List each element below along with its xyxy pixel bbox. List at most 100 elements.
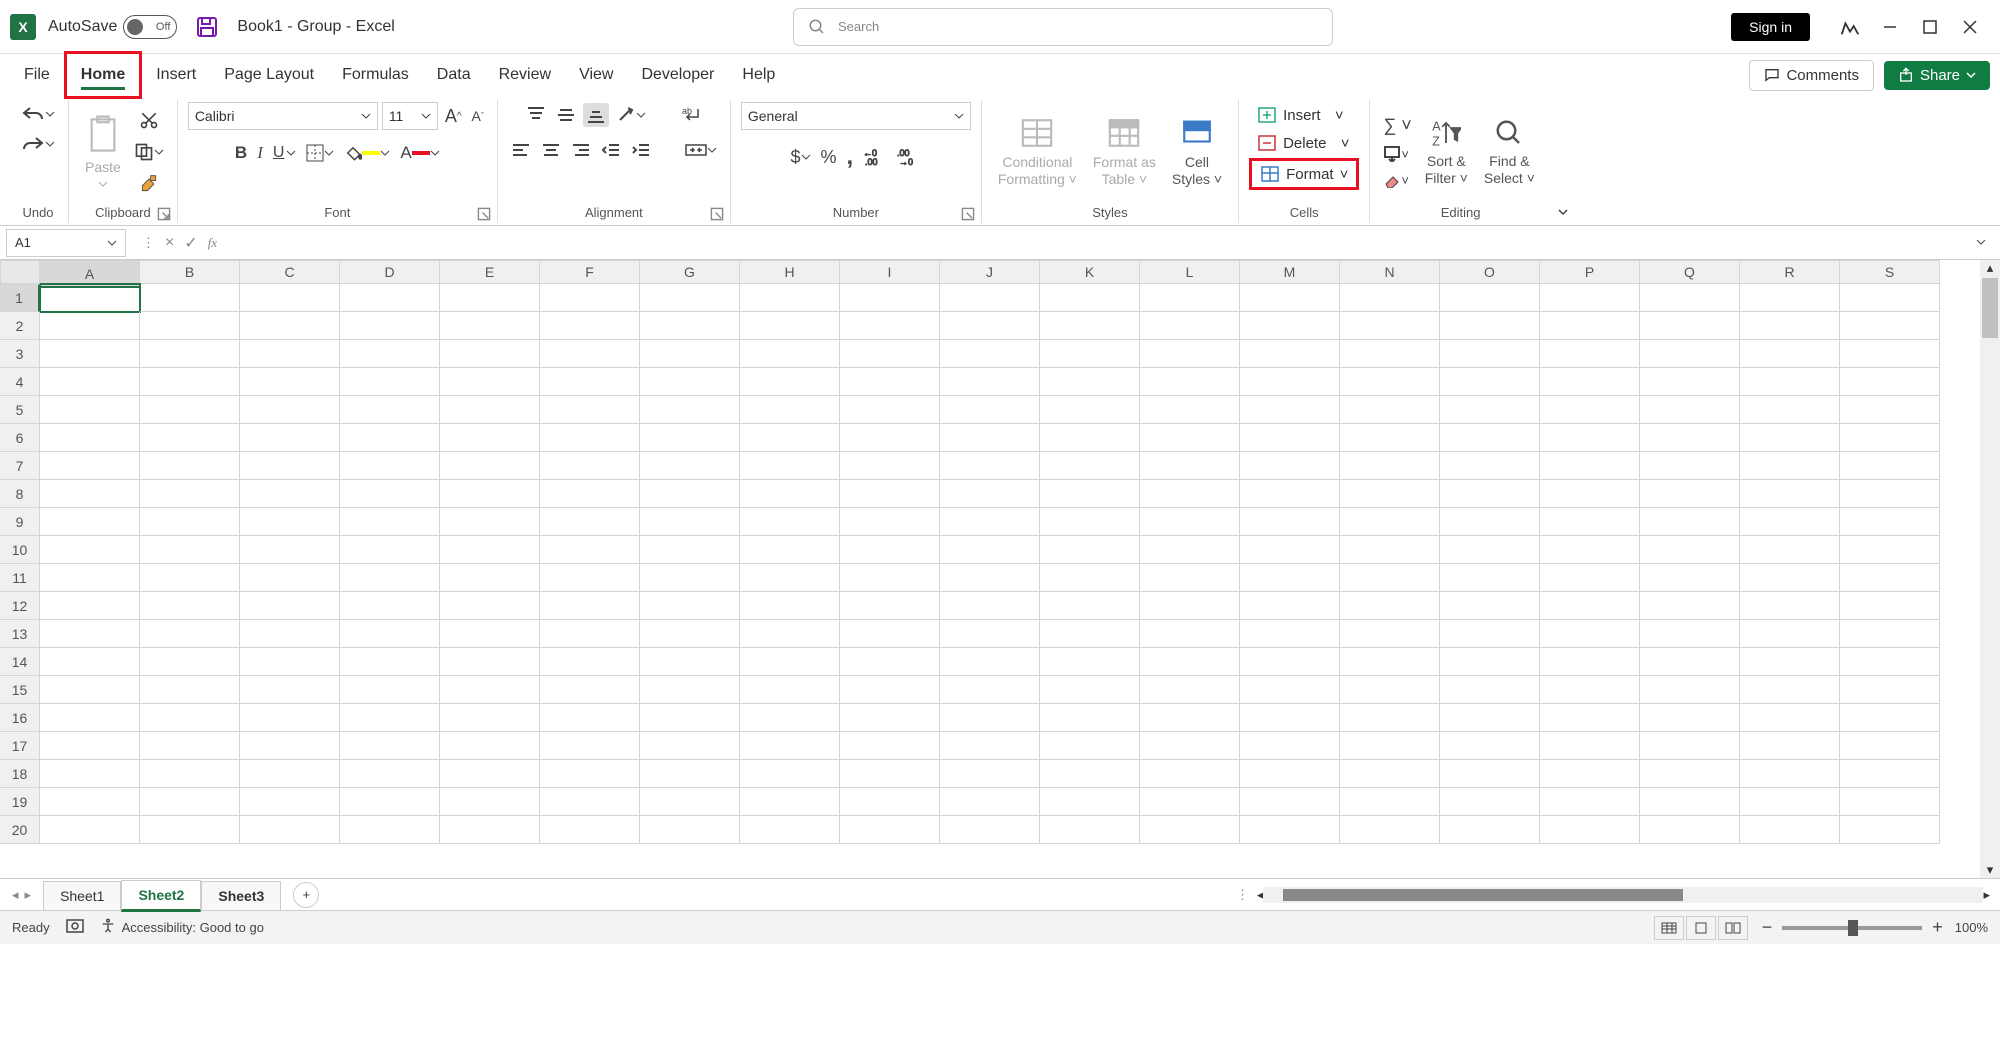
cell-K6[interactable]: [1040, 424, 1140, 452]
row-header-6[interactable]: 6: [0, 424, 40, 452]
cell-B7[interactable]: [140, 452, 240, 480]
row-header-7[interactable]: 7: [0, 452, 40, 480]
cell-B1[interactable]: [140, 284, 240, 312]
cell-P1[interactable]: [1540, 284, 1640, 312]
cell-D5[interactable]: [340, 396, 440, 424]
cell-I12[interactable]: [840, 592, 940, 620]
cell-S9[interactable]: [1840, 508, 1940, 536]
cell-P13[interactable]: [1540, 620, 1640, 648]
cell-N12[interactable]: [1340, 592, 1440, 620]
cell-E16[interactable]: [440, 704, 540, 732]
cell-H7[interactable]: [740, 452, 840, 480]
cell-K8[interactable]: [1040, 480, 1140, 508]
cell-D17[interactable]: [340, 732, 440, 760]
cell-Q10[interactable]: [1640, 536, 1740, 564]
cell-C11[interactable]: [240, 564, 340, 592]
cell-D11[interactable]: [340, 564, 440, 592]
expand-formula-bar-button[interactable]: [1976, 235, 2000, 250]
cell-S6[interactable]: [1840, 424, 1940, 452]
cell-R15[interactable]: [1740, 676, 1840, 704]
cell-H1[interactable]: [740, 284, 840, 312]
cell-P17[interactable]: [1540, 732, 1640, 760]
cell-C16[interactable]: [240, 704, 340, 732]
cell-B20[interactable]: [140, 816, 240, 844]
cell-L12[interactable]: [1140, 592, 1240, 620]
cell-C20[interactable]: [240, 816, 340, 844]
cell-N18[interactable]: [1340, 760, 1440, 788]
cell-B3[interactable]: [140, 340, 240, 368]
tab-home[interactable]: Home: [67, 56, 139, 94]
tab-review[interactable]: Review: [485, 56, 565, 94]
number-format-select[interactable]: General: [741, 102, 971, 130]
cell-M5[interactable]: [1240, 396, 1340, 424]
cell-A2[interactable]: [40, 312, 140, 340]
cell-D9[interactable]: [340, 508, 440, 536]
cell-A17[interactable]: [40, 732, 140, 760]
font-size-select[interactable]: 11: [382, 102, 438, 130]
cell-N7[interactable]: [1340, 452, 1440, 480]
cell-J17[interactable]: [940, 732, 1040, 760]
cell-F7[interactable]: [540, 452, 640, 480]
cell-R11[interactable]: [1740, 564, 1840, 592]
cell-S7[interactable]: [1840, 452, 1940, 480]
cell-S1[interactable]: [1840, 284, 1940, 312]
cell-F2[interactable]: [540, 312, 640, 340]
cell-B14[interactable]: [140, 648, 240, 676]
cell-M17[interactable]: [1240, 732, 1340, 760]
row-header-3[interactable]: 3: [0, 340, 40, 368]
row-header-1[interactable]: 1: [0, 284, 40, 312]
row-header-14[interactable]: 14: [0, 648, 40, 676]
cell-F8[interactable]: [540, 480, 640, 508]
cell-I3[interactable]: [840, 340, 940, 368]
name-box[interactable]: A1: [6, 229, 126, 257]
cell-I19[interactable]: [840, 788, 940, 816]
cell-K7[interactable]: [1040, 452, 1140, 480]
cell-K15[interactable]: [1040, 676, 1140, 704]
column-header-K[interactable]: K: [1040, 260, 1140, 284]
cell-O13[interactable]: [1440, 620, 1540, 648]
cell-R14[interactable]: [1740, 648, 1840, 676]
cell-G15[interactable]: [640, 676, 740, 704]
cell-H10[interactable]: [740, 536, 840, 564]
cell-H6[interactable]: [740, 424, 840, 452]
cell-M16[interactable]: [1240, 704, 1340, 732]
align-right-button[interactable]: [568, 139, 594, 161]
row-header-5[interactable]: 5: [0, 396, 40, 424]
cell-A18[interactable]: [40, 760, 140, 788]
cell-F9[interactable]: [540, 508, 640, 536]
cell-C9[interactable]: [240, 508, 340, 536]
cell-Q6[interactable]: [1640, 424, 1740, 452]
cell-J19[interactable]: [940, 788, 1040, 816]
cell-C14[interactable]: [240, 648, 340, 676]
accounting-format-button[interactable]: $: [788, 144, 814, 171]
column-header-E[interactable]: E: [440, 260, 540, 284]
cell-O5[interactable]: [1440, 396, 1540, 424]
cell-B19[interactable]: [140, 788, 240, 816]
cell-L14[interactable]: [1140, 648, 1240, 676]
format-as-table-button[interactable]: Format asTable ˅: [1087, 112, 1162, 192]
cell-J8[interactable]: [940, 480, 1040, 508]
cell-P11[interactable]: [1540, 564, 1640, 592]
fill-button[interactable]: ˅: [1380, 143, 1412, 165]
cell-P15[interactable]: [1540, 676, 1640, 704]
cell-P20[interactable]: [1540, 816, 1640, 844]
column-header-I[interactable]: I: [840, 260, 940, 284]
cell-G10[interactable]: [640, 536, 740, 564]
enter-formula-button[interactable]: ✓: [184, 233, 197, 253]
autosum-button[interactable]: ∑ ˅: [1380, 112, 1414, 139]
cell-N8[interactable]: [1340, 480, 1440, 508]
cell-B18[interactable]: [140, 760, 240, 788]
cell-S4[interactable]: [1840, 368, 1940, 396]
cell-J20[interactable]: [940, 816, 1040, 844]
cell-C5[interactable]: [240, 396, 340, 424]
cell-E9[interactable]: [440, 508, 540, 536]
delete-cells-button[interactable]: Delete ˅: [1249, 130, 1359, 156]
cell-C1[interactable]: [240, 284, 340, 312]
hscroll-right[interactable]: ▸: [1983, 887, 1990, 903]
cell-I13[interactable]: [840, 620, 940, 648]
cell-D20[interactable]: [340, 816, 440, 844]
cell-P14[interactable]: [1540, 648, 1640, 676]
row-header-15[interactable]: 15: [0, 676, 40, 704]
cell-Q14[interactable]: [1640, 648, 1740, 676]
column-header-N[interactable]: N: [1340, 260, 1440, 284]
